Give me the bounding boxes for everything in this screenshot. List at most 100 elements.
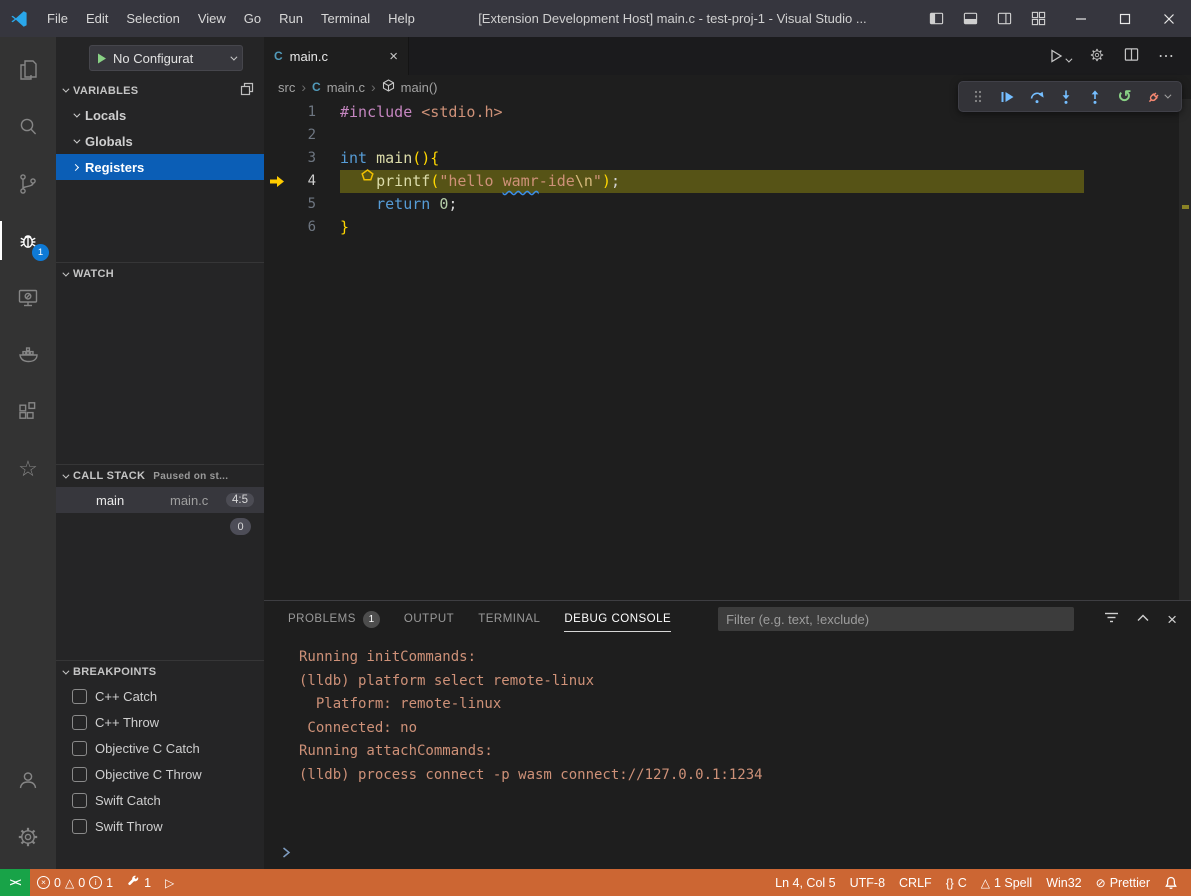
breakpoint-checkbox[interactable] <box>72 689 87 704</box>
disconnect-icon[interactable] <box>1143 85 1173 109</box>
step-out-icon[interactable] <box>1084 85 1106 109</box>
menu-terminal[interactable]: Terminal <box>312 0 379 37</box>
step-into-icon[interactable] <box>1055 85 1077 109</box>
menu-go[interactable]: Go <box>235 0 270 37</box>
editor-gutter[interactable]: 2 <box>264 124 340 147</box>
console-prompt-icon[interactable] <box>281 846 291 862</box>
breakpoint-checkbox[interactable] <box>72 767 87 782</box>
launch-config-dropdown[interactable]: No Configurat <box>89 45 243 71</box>
variables-scope-locals[interactable]: Locals <box>56 102 264 128</box>
notifications-bell-icon[interactable] <box>1157 869 1185 896</box>
code-line[interactable]: 3int main(){ <box>264 147 1191 170</box>
variables-scope-globals[interactable]: Globals <box>56 128 264 154</box>
variables-section-header[interactable]: VARIABLES <box>56 79 264 102</box>
collapse-all-icon[interactable] <box>240 82 254 99</box>
code-line-content[interactable]: #include <stdio.h> <box>340 101 503 124</box>
toggle-secondary-sidebar-icon[interactable] <box>989 5 1019 33</box>
menu-run[interactable]: Run <box>270 0 312 37</box>
problems-status[interactable]: ×0 △0 i1 <box>30 869 120 896</box>
panel-maximize-chevron-icon[interactable] <box>1136 612 1150 627</box>
code-editor[interactable]: 1#include <stdio.h>23int main(){4 printf… <box>264 99 1191 600</box>
breakpoint-row[interactable]: Objective C Catch <box>56 735 264 761</box>
testing-star-icon[interactable]: ☆ <box>0 440 56 497</box>
code-line-content[interactable]: return 0; <box>340 193 457 216</box>
remote-indicator[interactable]: >< <box>0 869 30 896</box>
platform-indicator[interactable]: Win32 <box>1039 869 1088 896</box>
continue-icon[interactable] <box>996 85 1018 109</box>
more-actions-icon[interactable]: ⋯ <box>1158 46 1175 66</box>
breadcrumb-symbol[interactable]: main() <box>401 80 438 95</box>
language-mode[interactable]: {}C <box>939 869 974 896</box>
menu-edit[interactable]: Edit <box>77 0 117 37</box>
panel-tab-terminal[interactable]: TERMINAL <box>478 601 540 637</box>
run-and-debug-icon[interactable]: 1 <box>0 212 56 269</box>
breakpoint-row[interactable]: Swift Catch <box>56 787 264 813</box>
watch-section-header[interactable]: WATCH <box>56 262 264 285</box>
breakpoint-row[interactable]: C++ Throw <box>56 709 264 735</box>
customize-layout-icon[interactable] <box>1023 5 1053 33</box>
panel-tab-problems[interactable]: PROBLEMS1 <box>288 601 380 637</box>
panel-close-icon[interactable]: × <box>1167 611 1177 628</box>
start-debug-icon[interactable] <box>97 53 107 64</box>
encoding-indicator[interactable]: UTF-8 <box>843 869 892 896</box>
step-over-icon[interactable] <box>1026 85 1048 109</box>
tools-status[interactable]: 1 <box>120 869 158 896</box>
editor-gutter[interactable]: 6 <box>264 216 340 239</box>
filter-lines-icon[interactable] <box>1104 610 1119 628</box>
variables-scope-registers[interactable]: Registers <box>56 154 264 180</box>
accounts-icon[interactable] <box>0 751 56 808</box>
code-line[interactable]: 4 printf("hello wamr-ide\n"); <box>264 170 1191 193</box>
drag-grip-icon[interactable] <box>967 85 989 109</box>
breakpoint-row[interactable]: Swift Throw <box>56 813 264 839</box>
remote-explorer-icon[interactable] <box>0 269 56 326</box>
breakpoint-checkbox[interactable] <box>72 793 87 808</box>
breakpoint-row[interactable]: Objective C Throw <box>56 761 264 787</box>
explorer-icon[interactable] <box>0 41 56 98</box>
formatter-status[interactable]: ⊘Prettier <box>1089 869 1157 896</box>
docker-icon[interactable] <box>0 326 56 383</box>
stack-frame-row[interactable]: main main.c 4:5 <box>56 487 264 513</box>
source-control-icon[interactable] <box>0 155 56 212</box>
code-line[interactable]: 2 <box>264 124 1191 147</box>
run-or-debug-icon[interactable] <box>1049 49 1070 63</box>
spell-checker-status[interactable]: △1 Spell <box>974 869 1039 896</box>
toggle-panel-icon[interactable] <box>955 5 985 33</box>
extensions-icon[interactable] <box>0 383 56 440</box>
toggle-sidebar-icon[interactable] <box>921 5 951 33</box>
split-editor-icon[interactable] <box>1124 47 1139 65</box>
editor-gutter[interactable]: 1 <box>264 101 340 124</box>
menu-file[interactable]: File <box>38 0 77 37</box>
code-line[interactable]: 6} <box>264 216 1191 239</box>
call-stack-section-header[interactable]: CALL STACK Paused on st... <box>56 464 264 487</box>
debug-status-icon[interactable]: ▷ <box>158 869 181 896</box>
menu-view[interactable]: View <box>189 0 235 37</box>
panel-tab-debug-console[interactable]: DEBUG CONSOLE <box>564 601 671 637</box>
debug-console-output[interactable]: Running initCommands:(lldb) platform sel… <box>264 637 1191 869</box>
code-line-content[interactable]: printf("hello wamr-ide\n"); <box>340 170 620 193</box>
minimize-button[interactable] <box>1059 0 1103 37</box>
breakpoints-section-header[interactable]: BREAKPOINTS <box>56 660 264 683</box>
close-button[interactable] <box>1147 0 1191 37</box>
breadcrumb-file[interactable]: main.c <box>327 80 365 95</box>
tab-main-c[interactable]: C main.c × <box>264 37 409 75</box>
breakpoint-checkbox[interactable] <box>72 715 87 730</box>
menu-selection[interactable]: Selection <box>117 0 188 37</box>
code-line[interactable]: 5 return 0; <box>264 193 1191 216</box>
editor-gutter[interactable]: 4 <box>264 170 340 193</box>
console-filter-input[interactable] <box>718 607 1074 631</box>
code-line-content[interactable]: } <box>340 216 349 239</box>
breakpoint-row[interactable]: C++ Catch <box>56 683 264 709</box>
cursor-position[interactable]: Ln 4, Col 5 <box>768 869 842 896</box>
restart-icon[interactable]: ↺ <box>1114 85 1136 109</box>
editor-gear-icon[interactable] <box>1089 47 1105 66</box>
maximize-button[interactable] <box>1103 0 1147 37</box>
search-icon[interactable] <box>0 98 56 155</box>
breakpoint-checkbox[interactable] <box>72 741 87 756</box>
breadcrumb-folder[interactable]: src <box>278 80 295 95</box>
eol-indicator[interactable]: CRLF <box>892 869 939 896</box>
chevron-down-icon[interactable] <box>1165 92 1172 99</box>
editor-gutter[interactable]: 5 <box>264 193 340 216</box>
settings-gear-icon[interactable] <box>0 808 56 865</box>
editor-gutter[interactable]: 3 <box>264 147 340 170</box>
menu-help[interactable]: Help <box>379 0 424 37</box>
